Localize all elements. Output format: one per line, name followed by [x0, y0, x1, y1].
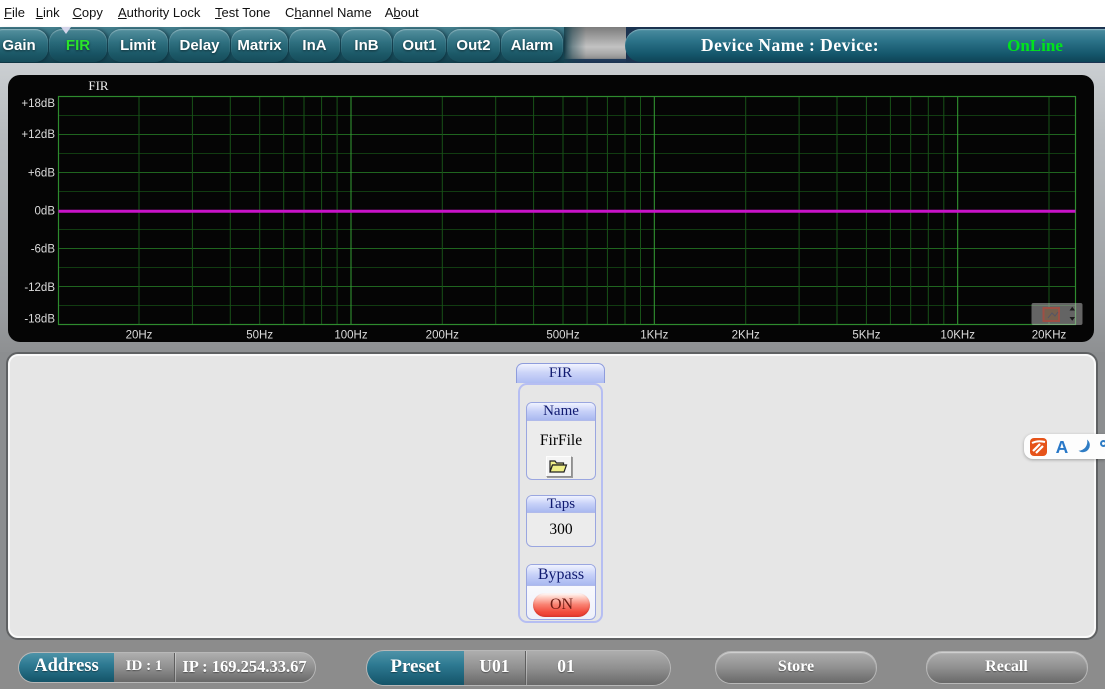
- svg-text:500Hz: 500Hz: [546, 330, 579, 342]
- svg-text:20KHz: 20KHz: [1032, 330, 1067, 342]
- svg-text:+12dB: +12dB: [21, 129, 55, 141]
- svg-text:20Hz: 20Hz: [126, 330, 153, 342]
- svg-text:-6dB: -6dB: [31, 244, 56, 256]
- svg-text:50Hz: 50Hz: [246, 330, 273, 342]
- svg-text:200Hz: 200Hz: [426, 330, 459, 342]
- svg-text:-12dB: -12dB: [24, 282, 55, 294]
- svg-text:100Hz: 100Hz: [334, 330, 367, 342]
- svg-text:+6dB: +6dB: [28, 168, 56, 180]
- svg-text:-18dB: -18dB: [24, 314, 55, 326]
- svg-text:2KHz: 2KHz: [732, 330, 760, 342]
- svg-text:5KHz: 5KHz: [852, 330, 880, 342]
- svg-text:0dB: 0dB: [35, 206, 56, 218]
- svg-text:10KHz: 10KHz: [940, 330, 975, 342]
- svg-text:FIR: FIR: [88, 78, 109, 93]
- svg-text:1KHz: 1KHz: [640, 330, 668, 342]
- svg-text:+18dB: +18dB: [21, 98, 55, 110]
